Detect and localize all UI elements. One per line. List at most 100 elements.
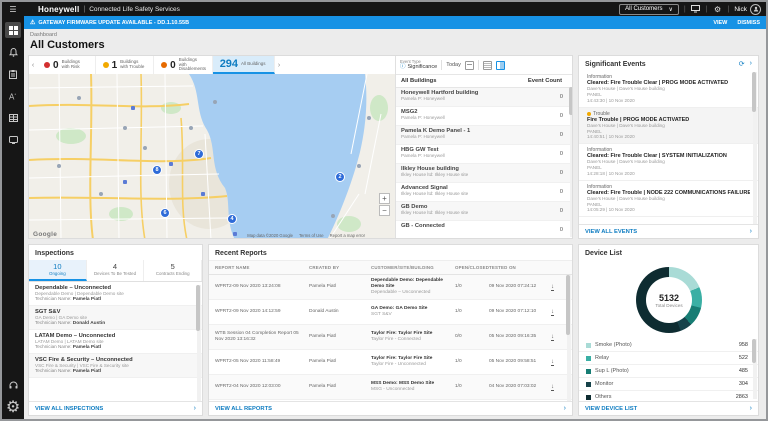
scrollbar[interactable] xyxy=(753,339,757,399)
col-customer-site-building[interactable]: CUSTOMER/SITE/BUILDING xyxy=(365,265,449,270)
list-view-toggle-icon[interactable] xyxy=(483,61,492,70)
map-marker[interactable]: 4 xyxy=(227,214,237,224)
report-row[interactable]: WTB Session 04 Completion Report 05 Nov … xyxy=(209,325,572,350)
scrollbar[interactable] xyxy=(753,72,757,224)
building-row[interactable]: Ilkley House building Ilkley House ltd: … xyxy=(396,164,573,183)
sidebar-item-notifications[interactable] xyxy=(5,44,21,60)
hamburger-menu-icon[interactable]: ☰ xyxy=(2,5,24,14)
stats-next-arrow[interactable]: › xyxy=(275,62,283,69)
chevron-right-icon[interactable]: › xyxy=(564,405,566,412)
map[interactable]: 78642 Google Map data ©2020 Google Terms… xyxy=(29,74,395,239)
tab-devices-to-be-tested[interactable]: 4 Devices To Be Tested xyxy=(87,260,145,281)
view-all-reports-link[interactable]: VIEW ALL REPORTS xyxy=(215,406,272,412)
map-terms-link[interactable]: Terms of Use xyxy=(299,233,324,238)
legend-item[interactable]: Relay 522 xyxy=(579,352,758,365)
col-tested-on[interactable]: TESTED ON xyxy=(483,265,545,270)
building-row[interactable]: Advanced Signal Ilkley House ltd: Ilkley… xyxy=(396,183,573,202)
breadcrumb[interactable]: Dashboard xyxy=(30,32,57,38)
report-row[interactable]: WPRT2-05 Nov 2020 11:58:49 Pamela Piatl … xyxy=(209,350,572,375)
col-created-by[interactable]: CREATED BY xyxy=(303,265,365,270)
legend-item[interactable]: Sup L (Photo) 485 xyxy=(579,365,758,378)
stat-buildings-with-disablements[interactable]: 0 Buildings with Disablements xyxy=(154,56,213,74)
legend-label: Monitor xyxy=(595,381,613,387)
zoom-out-button[interactable]: − xyxy=(379,205,390,216)
building-row[interactable]: MSG2 Pamela P: Honeywell 0 xyxy=(396,107,573,126)
sidebar-item-events[interactable]: A* xyxy=(5,88,21,104)
download-icon[interactable]: ↓ xyxy=(551,359,554,366)
chevron-right-icon[interactable]: › xyxy=(194,405,196,412)
building-event-count: 0 xyxy=(560,189,563,195)
download-icon[interactable]: ↓ xyxy=(551,284,554,291)
sidebar-item-support[interactable] xyxy=(5,377,21,393)
map-marker[interactable]: 2 xyxy=(335,172,345,182)
stat-buildings-with-trouble[interactable]: 1 Buildings with Trouble xyxy=(96,56,155,74)
view-all-events-link[interactable]: VIEW ALL EVENTS xyxy=(585,229,637,235)
col-report-name[interactable]: REPORT NAME xyxy=(209,265,303,270)
scrollbar[interactable] xyxy=(197,285,201,401)
event-type-filter[interactable]: Event Type ⓘ Significance xyxy=(400,60,437,71)
sidebar-item-inspections[interactable] xyxy=(5,66,21,82)
building-row[interactable]: Pamela K Demo Panel - 1 Pamela P: Honeyw… xyxy=(396,126,573,145)
refresh-icon[interactable]: ⟳ xyxy=(739,60,745,68)
building-row[interactable]: HBG GW Test Pamela P: Honeywell 0 xyxy=(396,145,573,164)
clipboard-icon xyxy=(9,70,17,79)
google-logo[interactable]: Google xyxy=(33,231,57,238)
download-icon[interactable]: ↓ xyxy=(551,334,554,341)
download-icon[interactable]: ↓ xyxy=(551,384,554,391)
map-view-toggle-icon[interactable] xyxy=(496,61,505,70)
event-item[interactable]: Information Cleared: Fire Trouble | NODE… xyxy=(579,181,758,218)
download-icon[interactable]: ↓ xyxy=(551,309,554,316)
date-filter[interactable]: Today xyxy=(446,62,461,68)
legend-swatch xyxy=(586,382,591,387)
legend-item[interactable]: Smoke (Photo) 958 xyxy=(579,339,758,352)
map-marker[interactable]: 6 xyxy=(160,208,170,218)
legend-item[interactable]: Monitor 304 xyxy=(579,378,758,391)
chevron-right-icon[interactable]: › xyxy=(750,405,752,412)
zoom-in-button[interactable]: + xyxy=(379,193,390,204)
alert-view-button[interactable]: VIEW xyxy=(713,20,727,26)
inspection-item[interactable]: LATAM Demo – Unconnected LATAM Demo | LA… xyxy=(29,330,202,354)
sidebar-item-dashboard[interactable] xyxy=(5,22,21,38)
inspection-item[interactable]: SGT S&V GA Demo | GA Demo site Technicia… xyxy=(29,306,202,330)
map-report-error-link[interactable]: Report a map error xyxy=(330,233,365,238)
map-marker[interactable]: 8 xyxy=(152,165,162,175)
view-device-list-link[interactable]: VIEW DEVICE LIST xyxy=(585,406,637,412)
risk-dot-icon xyxy=(44,62,50,68)
event-item[interactable]: Information Cleared: Fire Trouble Clear … xyxy=(579,71,758,108)
building-row[interactable]: GB - Connected 0 xyxy=(396,221,573,239)
display-icon[interactable] xyxy=(691,4,701,14)
tab-ongoing[interactable]: 10 Ongoing xyxy=(29,260,87,281)
user-menu[interactable]: Nick xyxy=(734,4,761,15)
stat-buildings-with-risk[interactable]: 0 Buildings with Risk xyxy=(37,56,96,74)
settings-gear-icon[interactable]: ⚙ xyxy=(713,4,723,14)
sidebar-item-settings[interactable]: ⚙ xyxy=(5,399,21,415)
stat-all-buildings[interactable]: 294 All Buildings xyxy=(213,56,275,74)
tab-contracts-ending[interactable]: 5 Contracts Ending xyxy=(144,260,202,281)
scrollbar[interactable] xyxy=(570,87,573,237)
report-open-closed: 0/0 xyxy=(449,332,483,342)
chevron-right-icon[interactable]: › xyxy=(750,60,752,68)
report-row[interactable]: WPRT2-04 Nov 2020 12:03:00 Pamela Piatl … xyxy=(209,375,572,400)
building-row[interactable]: GB Demo Ilkley House ltd: Ilkley House s… xyxy=(396,202,573,221)
report-site: Taylor Fire: Taylor Fire SiteTaylor Fire… xyxy=(365,354,449,370)
report-row[interactable]: WPRT2-09 Nov 2020 14:12:59 Donald Austin… xyxy=(209,300,572,325)
stats-prev-arrow[interactable]: ‹ xyxy=(29,62,37,69)
view-all-inspections-link[interactable]: VIEW ALL INSPECTIONS xyxy=(35,406,103,412)
building-row[interactable]: Honeywell Hartford building Pamela P: Ho… xyxy=(396,88,573,107)
col-open-closed[interactable]: OPEN/CLOSED xyxy=(449,265,483,270)
chevron-right-icon[interactable]: › xyxy=(750,228,752,235)
inspection-item[interactable]: VSC Fire & Security – Unconnected VSC Fi… xyxy=(29,354,202,378)
headset-icon xyxy=(9,381,18,390)
map-marker[interactable]: 7 xyxy=(194,149,204,159)
calendar-icon[interactable] xyxy=(465,61,474,70)
report-name: WPRT2-09 Nov 2020 13:24:08 xyxy=(209,282,303,292)
event-item[interactable]: Information Cleared: Fire Trouble Clear … xyxy=(579,144,758,181)
sidebar-item-devices[interactable] xyxy=(5,132,21,148)
scrollbar[interactable] xyxy=(567,275,571,401)
inspection-item[interactable]: Dependable – Unconnected Dependable Demo… xyxy=(29,282,202,306)
alert-dismiss-button[interactable]: DISMISS xyxy=(737,20,760,26)
sidebar-item-reports[interactable] xyxy=(5,110,21,126)
report-row[interactable]: WPRT2-09 Nov 2020 13:24:08 Pamela Piatl … xyxy=(209,275,572,300)
customer-selector[interactable]: All Customers ∨ xyxy=(619,4,679,15)
event-item[interactable]: Trouble Fire Trouble | PROG MODE ACTIVAT… xyxy=(579,108,758,145)
